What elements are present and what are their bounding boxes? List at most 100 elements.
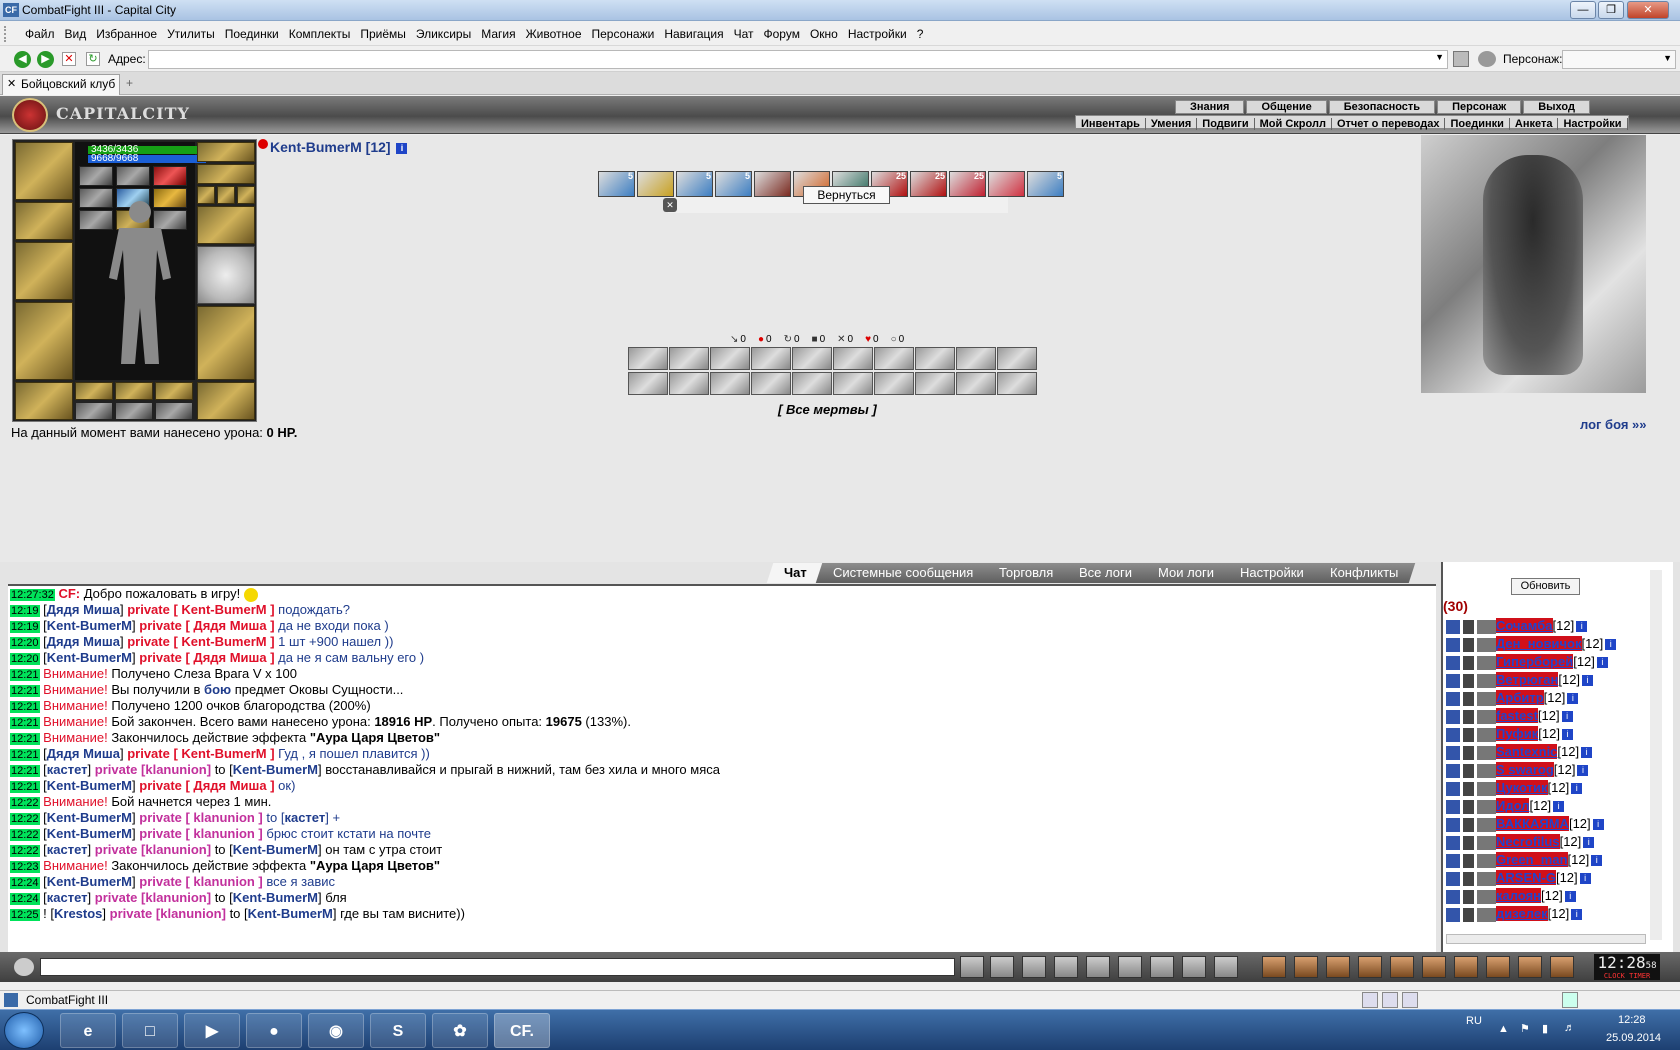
user-name[interactable]: Necrofilus [1496,834,1560,849]
message-part[interactable]: Kent-BumerM [47,810,132,825]
message-part[interactable]: кастет [284,810,325,825]
user-badges-icon[interactable] [1446,673,1496,688]
effect-icon[interactable]: 5 [676,171,713,197]
boots-slot[interactable] [197,382,255,420]
skill-slot[interactable] [792,372,832,395]
nav-bottom-item[interactable]: Анкета [1510,118,1559,130]
shield-slot[interactable] [197,246,255,304]
message-part[interactable]: private [klanunion] [95,890,211,905]
character-name[interactable]: Kent-BumerM [12] i [270,139,408,155]
skill-slot[interactable] [669,372,709,395]
users-icon[interactable] [1478,51,1496,67]
scroll-slot-3[interactable] [153,166,187,186]
refresh-icon[interactable]: ↻ [86,52,100,66]
skill-slot[interactable] [669,347,709,370]
effect-icon[interactable] [637,171,674,197]
chat-toolbar-button[interactable] [1262,956,1286,978]
chat-toolbar-button[interactable] [990,956,1014,978]
back-icon[interactable]: ◀ [14,51,31,68]
menu-item[interactable]: ? [912,22,929,46]
message-time[interactable]: 12:24 [10,893,40,905]
user-name[interactable]: калоян [1496,888,1542,903]
address-input[interactable]: ▼ [148,50,1448,69]
info-icon[interactable]: i [1579,873,1591,885]
message-part[interactable]: private [ Kent-BumerM ] [127,634,274,649]
skill-slot[interactable] [997,347,1037,370]
menu-item[interactable]: Магия [476,22,520,46]
user-name[interactable]: Цукотик [1496,780,1548,795]
chat-toolbar-button[interactable] [1054,956,1078,978]
skill-slot[interactable] [915,372,955,395]
message-time[interactable]: 12:19 [10,605,40,617]
user-name[interactable]: Арбитр [1496,690,1544,705]
taskbar-time[interactable]: 12:28 [1618,1014,1646,1026]
close-tab-icon[interactable]: ✕ [7,75,16,94]
skill-slot[interactable] [710,347,750,370]
chat-tab[interactable]: Мои логи [1141,563,1232,583]
skype-icon[interactable]: S [370,1013,426,1048]
effect-icon[interactable]: 25 [949,171,986,197]
user-name[interactable]: ARSEN-G [1496,870,1556,885]
menu-item[interactable]: Утилиты [162,22,220,46]
info-icon[interactable]: i [1576,621,1588,633]
message-part[interactable]: Дядя Миша [47,634,120,649]
message-part[interactable]: Krestos [54,906,102,921]
online-user[interactable]: Сочамба[12] i [1446,617,1588,634]
chat-toolbar-button[interactable] [1390,956,1414,978]
chat-toolbar-button[interactable] [1086,956,1110,978]
empty-slot-3[interactable] [155,402,193,420]
scroll-slot-1[interactable] [79,166,113,186]
user-badges-icon[interactable] [1446,907,1496,922]
message-part[interactable]: Kent-BumerM [47,874,132,889]
message-part[interactable]: кастет [47,842,88,857]
chat-toolbar-button[interactable] [1294,956,1318,978]
skill-slot[interactable] [628,347,668,370]
chat-tab[interactable]: Системные сообщения [815,563,991,583]
list-hscrollbar[interactable] [1446,934,1646,944]
chat-toolbar-button[interactable] [1150,956,1174,978]
info-icon[interactable]: i [396,142,408,154]
user-name[interactable]: Green_man [1496,852,1568,867]
skill-slot[interactable] [874,347,914,370]
status-icon-3[interactable] [1402,992,1418,1008]
chat-toolbar-button[interactable] [1422,956,1446,978]
icq-icon[interactable]: ✿ [432,1013,488,1048]
info-icon[interactable]: i [1561,729,1573,741]
skill-slot[interactable] [833,347,873,370]
info-icon[interactable]: i [1577,765,1589,777]
scroll-slot-2[interactable] [116,166,150,186]
nav-bottom-item[interactable]: Инвентарь [1076,118,1146,130]
nav-top-item[interactable]: Безопасность [1328,100,1436,114]
belt-item-2[interactable] [115,382,153,400]
message-time[interactable]: 12:27:32 [10,589,55,601]
tab-fight-club[interactable]: ✕ Бойцовский клуб [2,74,120,95]
message-part[interactable]: Kent-BumerM [233,890,318,905]
skill-slot[interactable] [710,372,750,395]
user-name[interactable]: Ден_новичок [1496,636,1582,651]
message-time[interactable]: 12:23 [10,861,40,873]
message-time[interactable]: 12:19 [10,621,40,633]
chat-toolbar-button[interactable] [1518,956,1542,978]
user-name[interactable]: дизелек [1496,906,1548,921]
message-time[interactable]: 12:24 [10,877,40,889]
message-time[interactable]: 12:21 [10,781,40,793]
message-time[interactable]: 12:21 [10,765,40,777]
earring-slot[interactable] [197,142,255,162]
message-time[interactable]: 12:22 [10,845,40,857]
info-icon[interactable]: i [1581,747,1593,759]
skill-slot[interactable] [956,347,996,370]
nav-top-item[interactable]: Выход [1523,100,1590,114]
user-name[interactable]: fastest [1496,708,1538,723]
info-icon[interactable]: i [1592,819,1604,831]
user-badges-icon[interactable] [1446,655,1496,670]
character-select[interactable]: ▼ [1562,50,1676,69]
battle-log-link[interactable]: лог боя »» [1580,417,1647,432]
skill-slot[interactable] [792,347,832,370]
menu-item[interactable]: Приёмы [355,22,411,46]
user-badges-icon[interactable] [1446,817,1496,832]
chat-toolbar-button[interactable] [1022,956,1046,978]
effect-icon[interactable]: 5 [1027,171,1064,197]
status-icon-2[interactable] [1382,992,1398,1008]
message-part[interactable]: кастет [47,762,88,777]
menu-item[interactable]: Избранное [91,22,162,46]
